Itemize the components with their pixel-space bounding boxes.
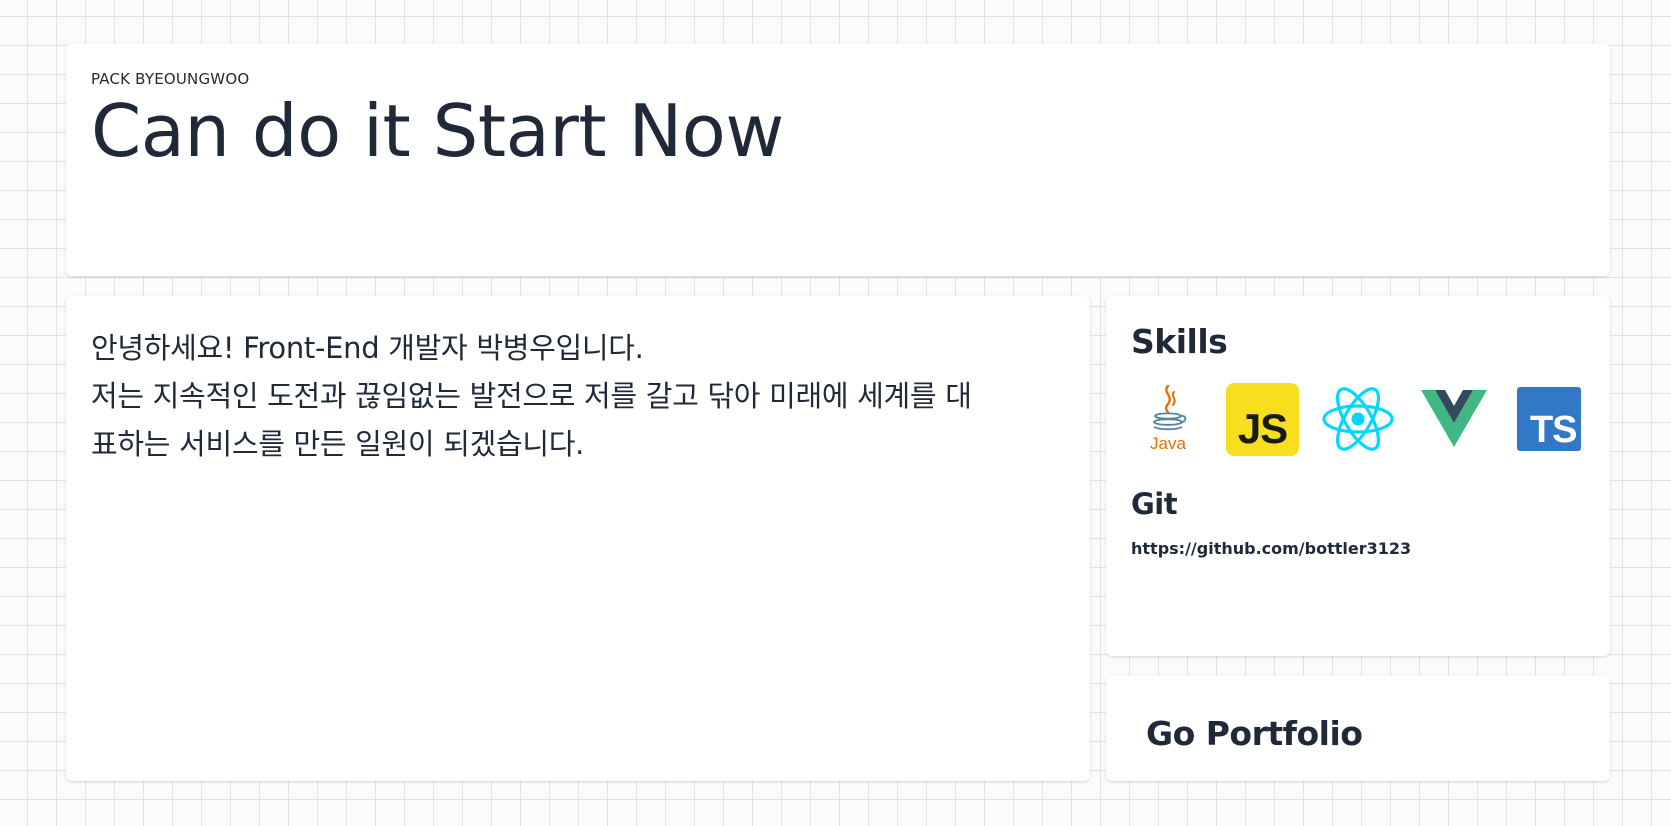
skills-icon-row: Java JS TS (1131, 381, 1585, 457)
react-icon (1321, 382, 1395, 456)
git-link[interactable]: https://github.com/bottler3123 (1131, 539, 1411, 558)
intro-card: 안녕하세요! Front-End 개발자 박병우입니다. 저는 지속적인 도전과… (66, 296, 1090, 781)
skills-card: Skills Java JS TS Git https://github.com… (1106, 296, 1610, 656)
skills-heading: Skills (1131, 322, 1228, 361)
hero-title: Can do it Start Now (91, 89, 784, 173)
go-portfolio-button[interactable]: Go Portfolio (1106, 676, 1610, 781)
javascript-icon: JS (1226, 382, 1299, 456)
intro-line-3: 표하는 서비스를 만든 일원이 되겠습니다. (91, 427, 585, 461)
svg-text:Java: Java (1150, 434, 1186, 453)
go-portfolio-label: Go Portfolio (1146, 714, 1363, 753)
intro-line-1: 안녕하세요! Front-End 개발자 박병우입니다. (91, 331, 644, 365)
git-heading: Git (1131, 487, 1178, 521)
java-icon: Java (1131, 382, 1204, 456)
typescript-icon-label: TS (1529, 409, 1578, 451)
hero-card: PACK BYEOUNGWOO Can do it Start Now (66, 44, 1610, 276)
hero-eyebrow: PACK BYEOUNGWOO (91, 70, 250, 88)
javascript-icon-label: JS (1237, 404, 1288, 452)
vue-icon (1417, 382, 1490, 456)
intro-line-2: 저는 지속적인 도전과 끊임없는 발전으로 저를 갈고 닦아 미래에 세계를 대 (91, 379, 972, 413)
typescript-icon: TS (1512, 382, 1585, 456)
